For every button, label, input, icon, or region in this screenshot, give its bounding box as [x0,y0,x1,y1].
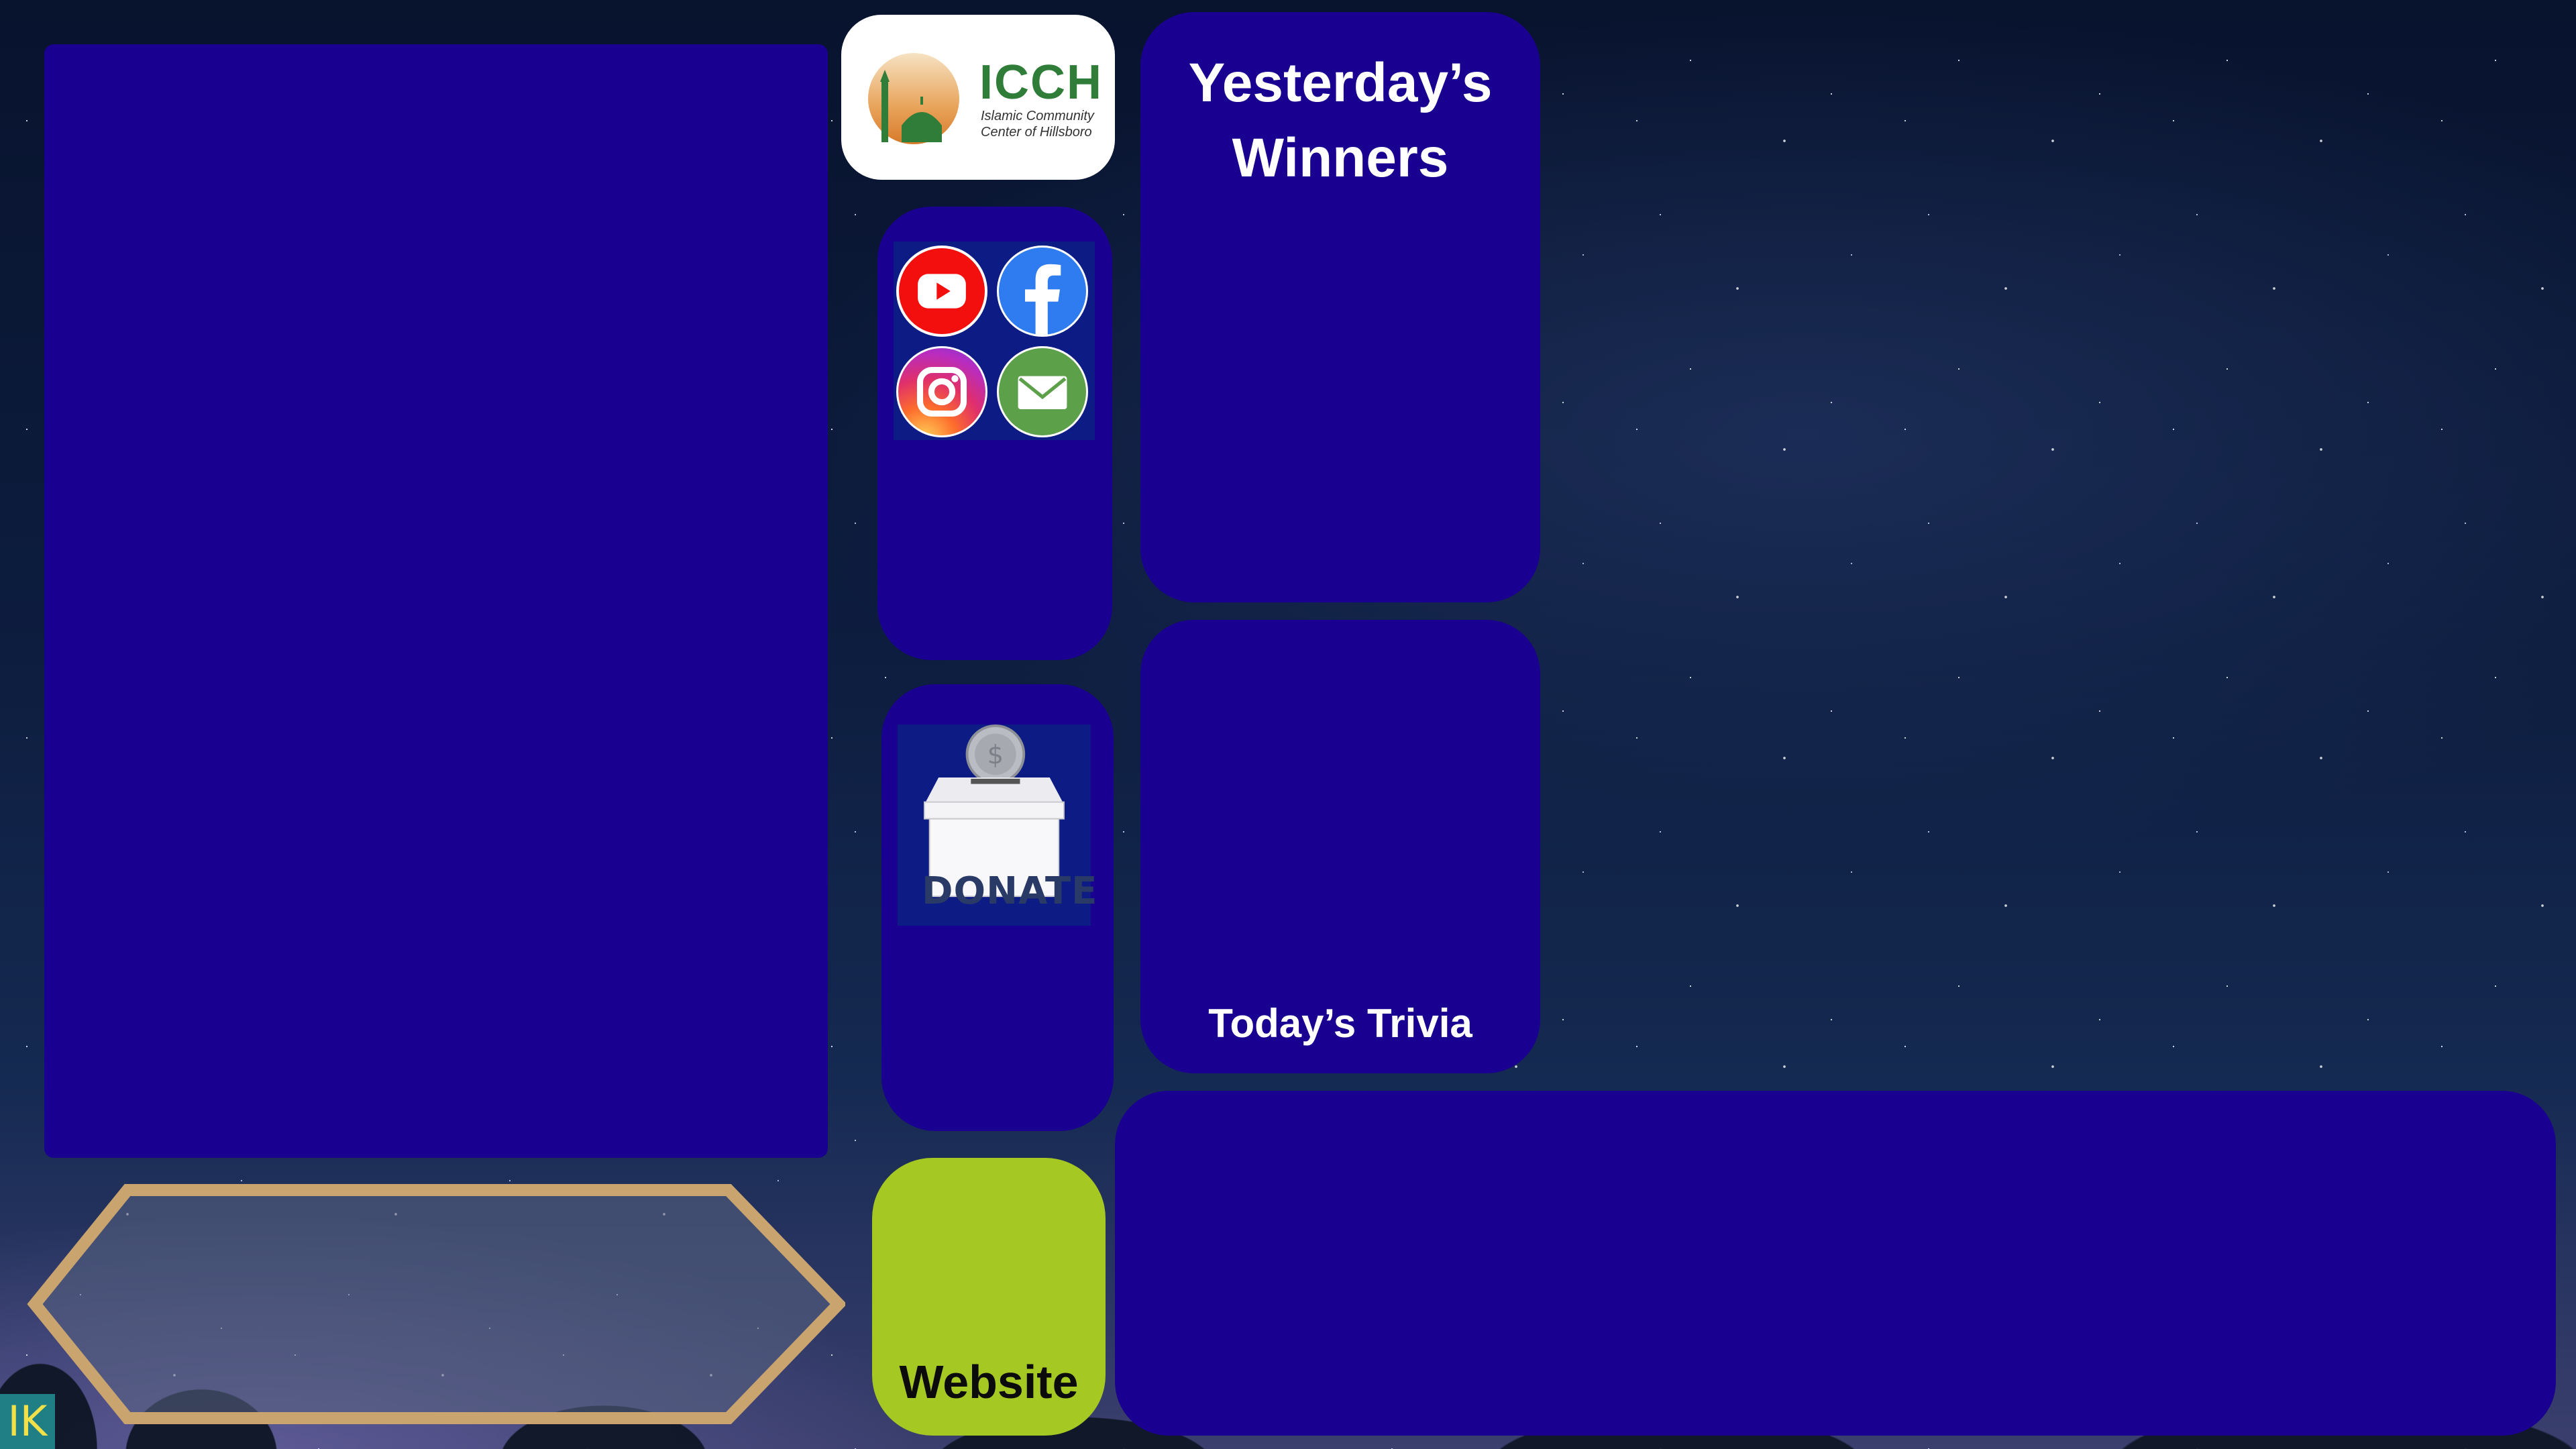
logo-name: ICCH [979,56,1103,109]
ik-badge: IK [0,1394,55,1449]
website-button[interactable]: Website [872,1158,1106,1436]
icch-logo[interactable]: ICCH Islamic Community Center of Hillsbo… [841,15,1115,180]
mosque-logo-icon [868,53,959,149]
donate-label: DONATE [922,869,1098,913]
social-links-panel [877,207,1112,660]
social-icons-grid [894,241,1095,440]
hexagon-frame [27,1184,845,1424]
logo-subtitle-line1: Islamic Community [981,109,1094,123]
todays-trivia-panel[interactable]: Today’s Trivia [1140,620,1540,1073]
youtube-icon[interactable] [896,246,987,337]
winners-title: Yesterday’s Winners [1188,52,1493,189]
trivia-label: Today’s Trivia [1208,1001,1472,1046]
svg-text:$: $ [987,740,1004,770]
email-icon[interactable] [997,346,1088,437]
instagram-icon[interactable] [896,346,987,437]
website-label: Website [899,1356,1079,1408]
logo-subtitle-line2: Center of Hillsboro [981,125,1092,140]
facebook-icon[interactable] [997,246,1088,337]
donate-button[interactable]: $ DONATE [898,724,1098,926]
main-content-panel [44,44,828,1158]
yesterdays-winners-panel: Yesterday’s Winners [1140,12,1540,602]
donate-panel: $ DONATE [881,684,1114,1131]
bottom-banner-panel [1115,1091,2556,1436]
